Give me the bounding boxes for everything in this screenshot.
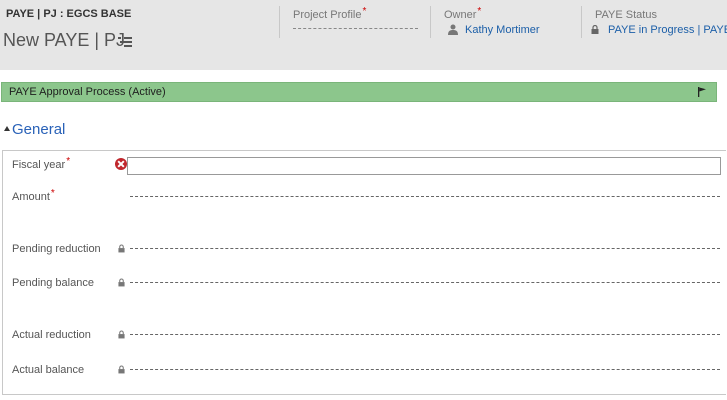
required-marker: * bbox=[477, 6, 482, 17]
lock-icon bbox=[118, 330, 125, 339]
collapse-triangle-icon[interactable] bbox=[4, 126, 10, 131]
pending-reduction-field bbox=[130, 248, 720, 249]
amount-field[interactable] bbox=[130, 196, 720, 197]
amount-label: Amount* bbox=[12, 188, 55, 203]
actual-balance-field bbox=[130, 369, 720, 370]
form-selector-menu-icon[interactable] bbox=[118, 37, 132, 47]
required-marker: * bbox=[50, 188, 55, 199]
header-divider bbox=[581, 6, 582, 38]
process-bar-label: PAYE Approval Process (Active) bbox=[9, 86, 166, 98]
required-marker: * bbox=[362, 6, 367, 17]
section-title[interactable]: General bbox=[12, 121, 65, 138]
error-icon bbox=[115, 158, 127, 170]
lock-icon bbox=[118, 365, 125, 374]
pending-balance-field bbox=[130, 282, 720, 283]
lock-icon bbox=[118, 278, 125, 287]
fiscal-year-input[interactable] bbox=[127, 157, 721, 175]
required-marker: * bbox=[66, 156, 71, 167]
process-bar[interactable]: PAYE Approval Process (Active) bbox=[1, 82, 717, 102]
flag-icon[interactable] bbox=[698, 87, 706, 97]
entity-type-label: PAYE | PJ : EGCS BASE bbox=[6, 8, 132, 20]
paye-status-value-link[interactable]: PAYE in Progress | PAYE in bbox=[608, 24, 727, 36]
actual-balance-label: Actual balance bbox=[12, 364, 85, 376]
fiscal-year-label: Fiscal year* bbox=[12, 156, 71, 171]
project-profile-label: Project Profile* bbox=[293, 6, 367, 21]
record-header: PAYE | PJ : EGCS BASE New PAYE | PJ Proj… bbox=[0, 0, 727, 70]
header-divider bbox=[279, 6, 280, 38]
lock-icon bbox=[591, 25, 599, 34]
actual-reduction-field bbox=[130, 334, 720, 335]
user-icon bbox=[448, 24, 458, 35]
general-section bbox=[2, 150, 726, 395]
record-title: New PAYE | PJ bbox=[3, 30, 126, 50]
project-profile-field[interactable] bbox=[293, 28, 418, 29]
header-divider bbox=[430, 6, 431, 38]
actual-reduction-label: Actual reduction bbox=[12, 329, 91, 341]
owner-label: Owner* bbox=[444, 6, 482, 21]
pending-balance-label: Pending balance bbox=[12, 277, 94, 289]
owner-value-link[interactable]: Kathy Mortimer bbox=[465, 24, 575, 36]
lock-icon bbox=[118, 244, 125, 253]
paye-status-label: PAYE Status bbox=[595, 9, 657, 21]
pending-reduction-label: Pending reduction bbox=[12, 243, 101, 255]
